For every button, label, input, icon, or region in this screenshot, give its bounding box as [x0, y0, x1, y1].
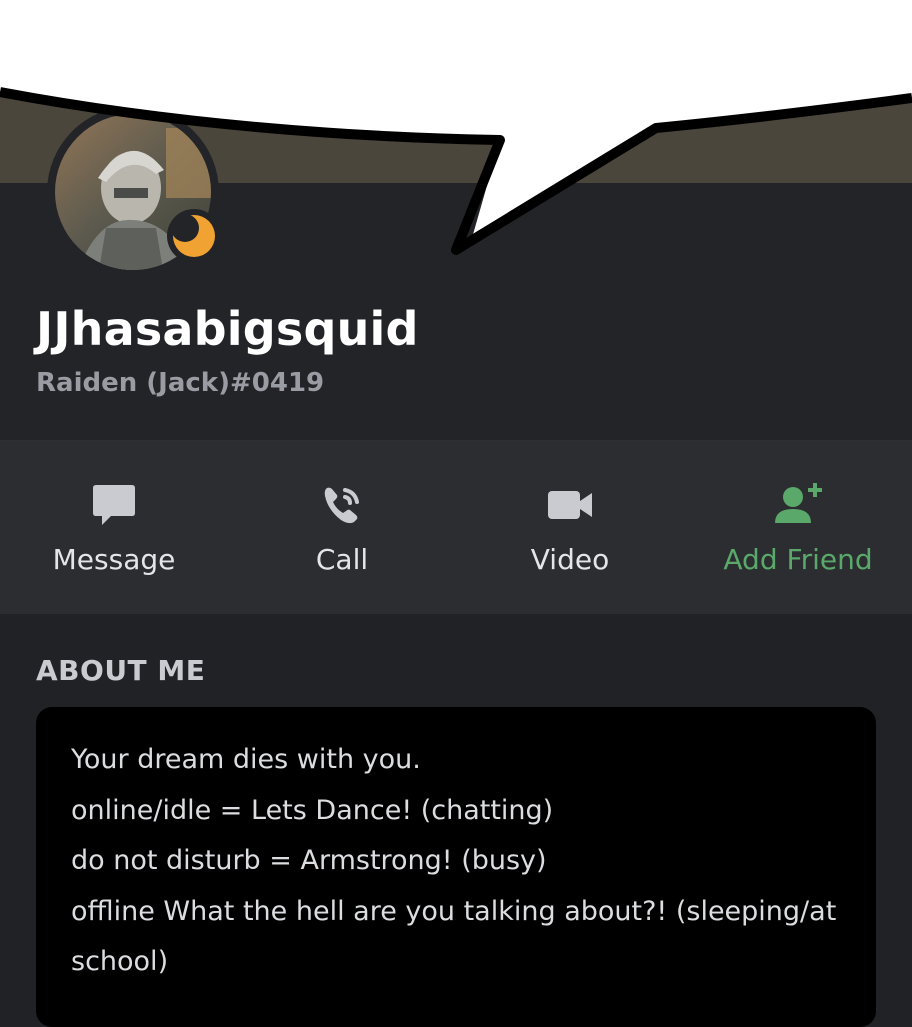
about-line: do not disturb = Armstrong! (busy) — [71, 845, 547, 876]
add-friend-label: Add Friend — [723, 543, 873, 576]
phone-call-icon — [324, 487, 359, 524]
about-me-section: ABOUT ME Your dream dies with you. onlin… — [0, 614, 912, 1027]
message-button[interactable]: Message — [0, 441, 228, 614]
add-friend-icon — [775, 483, 822, 523]
call-button[interactable]: Call — [228, 441, 456, 614]
message-label: Message — [52, 543, 176, 576]
call-label: Call — [315, 543, 369, 576]
about-line: offline What the hell are you talking ab… — [71, 895, 837, 978]
profile-tag: Raiden (Jack)#0419 — [36, 368, 325, 398]
about-me-text: Your dream dies with you. online/idle = … — [71, 735, 851, 988]
about-me-title: ABOUT ME — [36, 654, 206, 687]
profile-username: JJhasabigsquid — [36, 302, 419, 356]
video-button[interactable]: Video — [456, 441, 684, 614]
about-me-box: Your dream dies with you. online/idle = … — [36, 707, 876, 1027]
speech-bubble — [0, 0, 912, 255]
profile-actions: Message Call Video Add Friend — [0, 441, 912, 614]
message-icon — [93, 485, 135, 525]
about-line: online/idle = Lets Dance! (chatting) — [71, 794, 554, 826]
video-camera-icon — [548, 491, 592, 519]
about-line: Your dream dies with you. — [71, 744, 421, 775]
video-label: Video — [530, 543, 610, 576]
add-friend-button[interactable]: Add Friend — [684, 441, 912, 614]
